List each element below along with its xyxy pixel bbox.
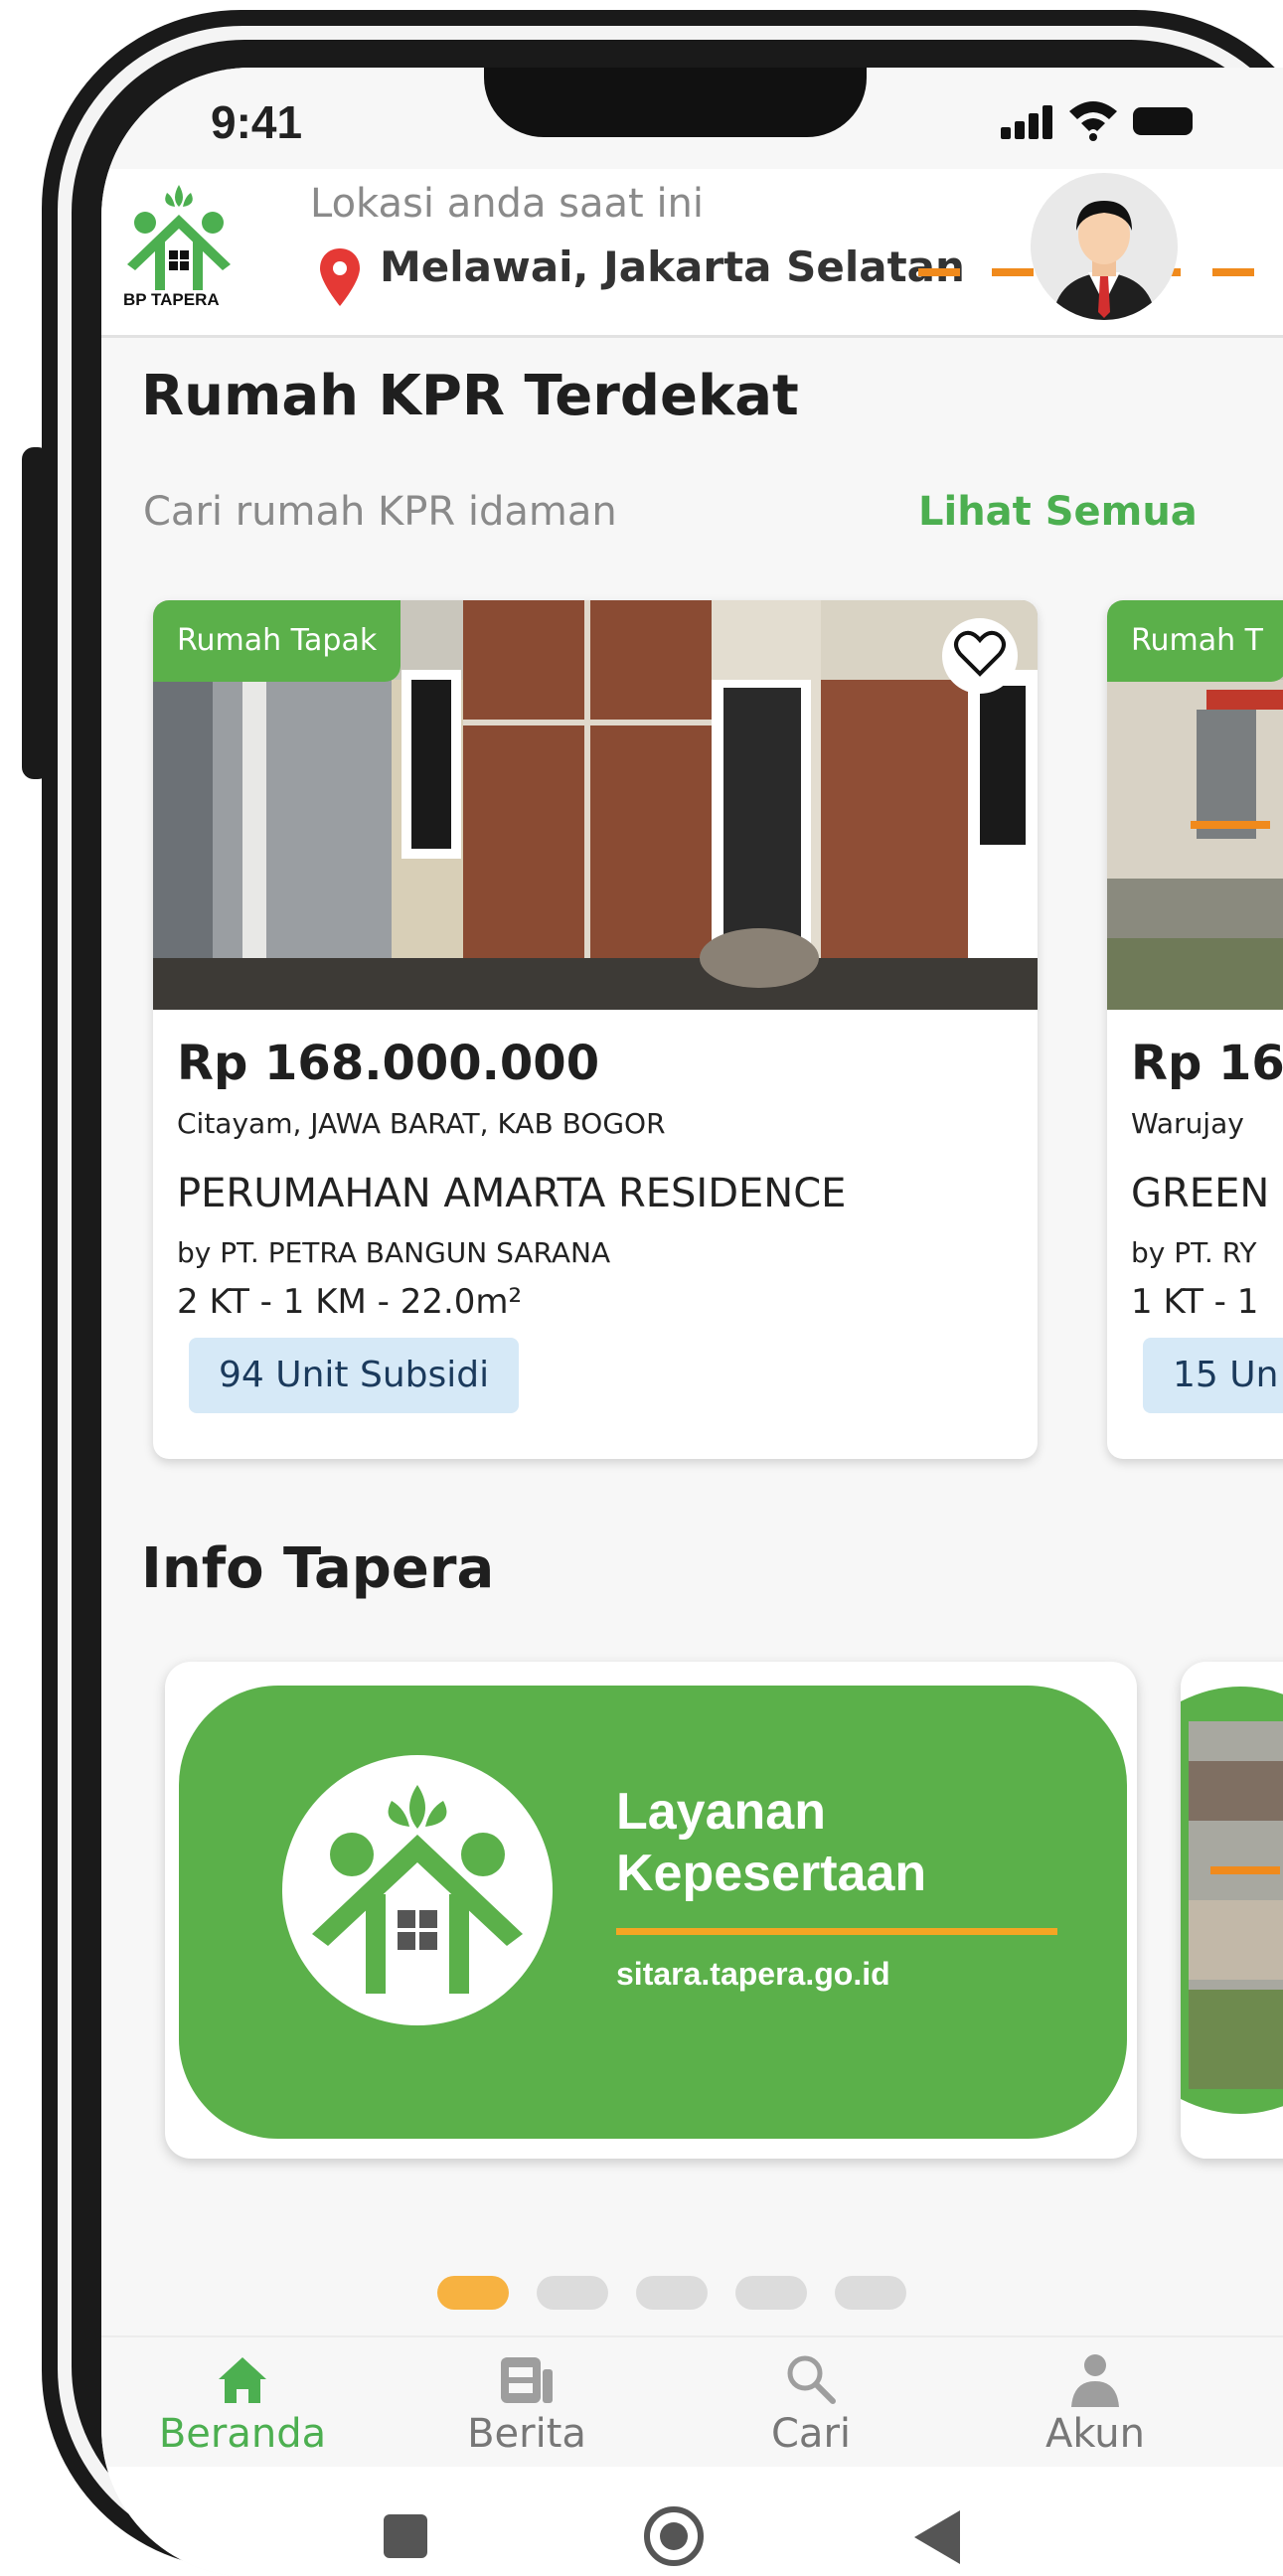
property-card[interactable]: Rumah Tapak Rp 168.000.000 Citayam, JAWA… xyxy=(153,600,1038,1459)
carousel-dot[interactable] xyxy=(735,2276,807,2310)
home-button-icon[interactable] xyxy=(642,2504,706,2568)
property-developer: by PT. PETRA BANGUN SARANA xyxy=(177,1236,611,1269)
location-pin-icon xyxy=(320,248,360,306)
heart-icon xyxy=(954,630,1006,677)
nav-item-berita[interactable]: Berita xyxy=(427,2349,626,2457)
logo-text: BP TAPERA xyxy=(123,290,220,309)
status-time: 9:41 xyxy=(211,96,303,148)
nav-label: Berita xyxy=(467,2411,586,2457)
property-price: Rp 16 xyxy=(1131,1036,1283,1091)
see-all-link[interactable]: Lihat Semua xyxy=(918,489,1198,535)
annotation-dash xyxy=(992,268,1034,276)
location-value[interactable]: Melawai, Jakarta Selatan xyxy=(380,242,965,291)
property-location: Warujay xyxy=(1131,1107,1244,1140)
section-title-info: Info Tapera xyxy=(141,1536,495,1601)
nav-label: Cari xyxy=(771,2411,851,2457)
user-avatar-icon xyxy=(1052,201,1156,320)
property-spec: 1 KT - 1 xyxy=(1131,1282,1259,1322)
property-spec: 2 KT - 1 KM - 22.0m² xyxy=(177,1282,523,1322)
banner-title-line2: Kepesertaan xyxy=(616,1845,927,1902)
banner-divider xyxy=(616,1928,1057,1935)
annotation-dash xyxy=(1212,268,1254,276)
tapera-banner-logo xyxy=(282,1755,553,2025)
subsidy-units-badge: 94 Unit Subsidi xyxy=(189,1338,520,1413)
annotation-dash xyxy=(1191,821,1270,829)
banner-url: sitara.tapera.go.id xyxy=(616,1956,890,1992)
nav-label: Beranda xyxy=(158,2411,327,2457)
signal-icon xyxy=(1001,105,1056,139)
wifi-icon xyxy=(1069,101,1117,141)
info-banner-card[interactable] xyxy=(1181,1662,1283,2159)
location-label: Lokasi anda saat ini xyxy=(310,181,705,227)
status-bar: 9:41 xyxy=(101,68,1283,169)
info-banner-card[interactable]: Layanan Kepesertaan sitara.tapera.go.id xyxy=(165,1662,1137,2159)
avatar[interactable] xyxy=(1031,173,1178,320)
property-type-badge: Rumah T xyxy=(1107,600,1283,682)
home-icon xyxy=(219,2357,266,2403)
property-price: Rp 168.000.000 xyxy=(177,1036,600,1091)
property-card[interactable]: Rumah T Rp 16 Warujay GREEN by PT. RY 1 … xyxy=(1107,600,1283,1459)
system-navigation-bar xyxy=(101,2467,1283,2576)
section-subtitle-kpr: Cari rumah KPR idaman xyxy=(143,489,617,535)
carousel-dot[interactable] xyxy=(835,2276,906,2310)
phone-screen: 9:41 BP TAPERA Lokasi anda saat ini Mela… xyxy=(101,68,1283,2576)
subsidy-units-badge: 15 Un xyxy=(1143,1338,1283,1413)
favorite-button[interactable] xyxy=(942,618,1018,694)
carousel-dot[interactable] xyxy=(437,2276,509,2310)
app-header: BP TAPERA Lokasi anda saat ini Melawai, … xyxy=(101,169,1283,338)
annotation-dash xyxy=(918,268,960,276)
nav-label: Akun xyxy=(1045,2411,1145,2457)
bottom-navigation: Beranda Berita Cari Akun xyxy=(101,2335,1283,2467)
nav-item-cari[interactable]: Cari xyxy=(712,2349,910,2457)
property-location: Citayam, JAWA BARAT, KAB BOGOR xyxy=(177,1107,666,1140)
banner-title-line1: Layanan xyxy=(616,1783,826,1841)
account-icon xyxy=(1071,2354,1119,2407)
property-type-badge: Rumah Tapak xyxy=(153,600,401,682)
search-icon xyxy=(787,2355,836,2404)
banner-photo xyxy=(1181,1662,1283,2159)
nav-item-akun[interactable]: Akun xyxy=(996,2349,1195,2457)
nav-item-beranda[interactable]: Beranda xyxy=(143,2349,342,2457)
notch xyxy=(484,68,867,137)
recent-apps-icon[interactable] xyxy=(384,2514,427,2558)
back-icon[interactable] xyxy=(914,2510,962,2564)
info-banner: Layanan Kepesertaan sitara.tapera.go.id xyxy=(179,1686,1127,2139)
carousel-dot[interactable] xyxy=(636,2276,708,2310)
property-name: PERUMAHAN AMARTA RESIDENCE xyxy=(177,1171,847,1216)
property-developer: by PT. RY xyxy=(1131,1236,1257,1269)
news-icon xyxy=(501,2357,553,2403)
section-title-kpr: Rumah KPR Terdekat xyxy=(141,364,799,428)
battery-icon xyxy=(1133,107,1193,135)
banner-title: Layanan Kepesertaan xyxy=(616,1781,926,1904)
property-name: GREEN xyxy=(1131,1171,1270,1216)
carousel-dot[interactable] xyxy=(537,2276,608,2310)
annotation-dash xyxy=(1210,1866,1280,1874)
